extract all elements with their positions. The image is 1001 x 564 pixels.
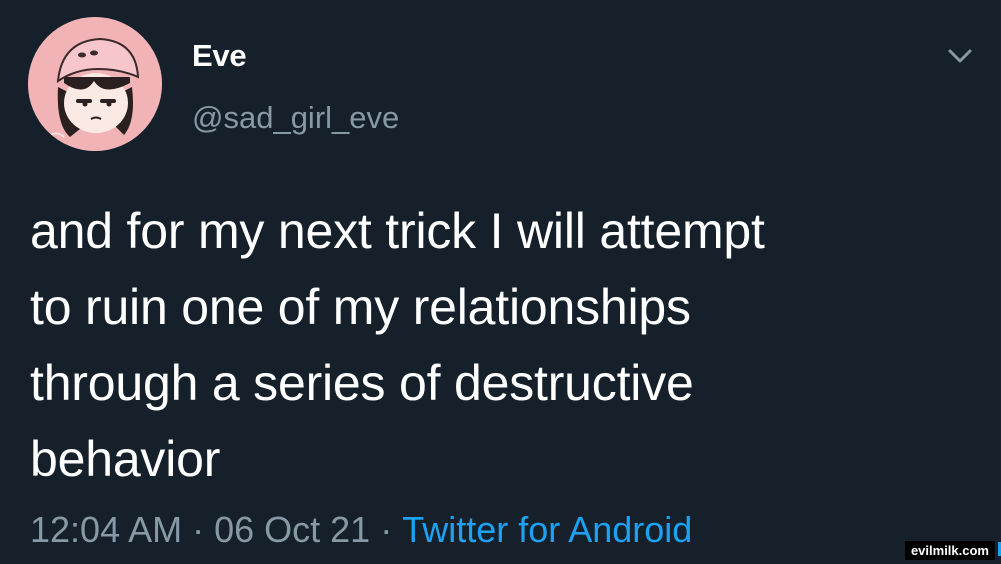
tweet-card: Eve @sad_girl_eve and for my next trick … [0,0,1001,564]
tweet-text-line: and for my next trick I will attempt [30,203,765,259]
watermark: evilmilk.com [904,541,995,560]
display-name[interactable]: Eve [192,38,247,74]
tweet-text-line: to ruin one of my relationships [30,279,691,335]
meta-separator: · [380,509,393,550]
chevron-down-icon[interactable] [944,44,976,68]
tweet-source-link[interactable]: Twitter for Android [402,509,692,550]
meta-separator: · [192,509,205,550]
avatar[interactable] [28,17,162,151]
tweet-time[interactable]: 12:04 AM [30,509,182,550]
tweet-date[interactable]: 06 Oct 21 [214,509,370,550]
tweet-text-line: behavior [30,431,221,487]
tweet-text: and for my next trick I will attempt to … [30,193,970,497]
tweet-metadata: 12:04 AM · 06 Oct 21 · Twitter for Android [30,509,692,551]
avatar-illustration-icon [28,17,162,151]
user-handle[interactable]: @sad_girl_eve [192,100,399,136]
tweet-text-line: through a series of destructive [30,355,694,411]
